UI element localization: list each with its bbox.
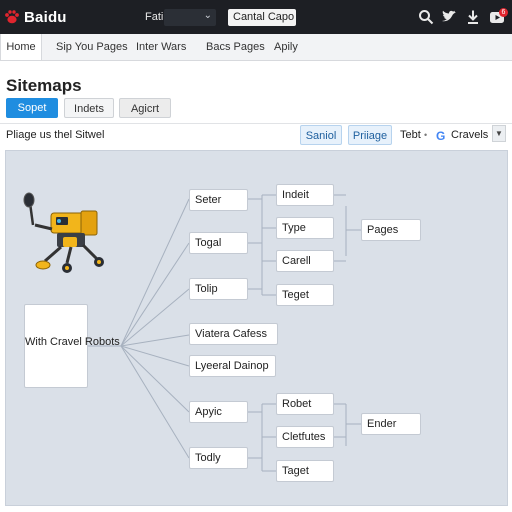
indets-button[interactable]: Indets: [64, 98, 114, 118]
sitemap-node-taget[interactable]: Taget: [276, 460, 334, 482]
sitemap-node-seter[interactable]: Seter: [189, 189, 248, 211]
cravels-label[interactable]: Cravels: [451, 129, 488, 141]
sitemap-node-lyeeral-dainop[interactable]: Lyeeral Dainop: [189, 355, 276, 377]
notification-badge: 6: [499, 8, 508, 17]
sitemap-node-pages[interactable]: Pages: [361, 219, 421, 241]
filter-priiage[interactable]: Priiage: [348, 125, 392, 145]
separator-dot: •: [424, 130, 428, 140]
sitemap-node-todly[interactable]: Todly: [189, 447, 248, 469]
paw-logo-icon: [5, 10, 19, 24]
nav-bar: Home Sip You Pages Inter Wars Bacs Pages…: [0, 34, 512, 61]
sitemap-canvas[interactable]: With Cravel Robots Seter Togal Tolip Via…: [5, 150, 508, 506]
site-select[interactable]: Cantal Capo: [228, 9, 296, 26]
filter-saniol[interactable]: Saniol: [300, 125, 342, 145]
tab-sip-you-pages[interactable]: Sip You Pages: [56, 34, 128, 60]
page-subtitle: Pliage us thel Sitwel: [6, 129, 105, 141]
sitemap-node-cletfutes[interactable]: Cletfutes: [276, 426, 334, 448]
sopet-button[interactable]: Sopet: [6, 98, 58, 118]
sitemap-node-indeit[interactable]: Indeit: [276, 184, 334, 206]
tab-inter-wars[interactable]: Inter Wars: [136, 34, 186, 60]
tab-apily[interactable]: Apily: [274, 34, 298, 60]
robot-illustration: [23, 192, 104, 273]
divider: [0, 123, 512, 124]
twitter-icon[interactable]: [441, 9, 457, 25]
download-icon[interactable]: [465, 9, 481, 25]
chevron-down-icon: ⌄: [203, 10, 212, 21]
sitemap-node-tolip[interactable]: Tolip: [189, 278, 248, 300]
logo-text: Baidu: [24, 8, 67, 26]
sitemap-node-togal[interactable]: Togal: [189, 232, 248, 254]
tebt-label[interactable]: Tebt: [400, 129, 421, 141]
sitemap-root-node[interactable]: With Cravel Robots: [24, 304, 120, 388]
sitemap-node-ender[interactable]: Ender: [361, 413, 421, 435]
page-title: Sitemaps: [6, 76, 82, 95]
google-icon: G: [436, 129, 446, 143]
chevron-down-icon[interactable]: ▼: [492, 125, 506, 142]
baidu-logo[interactable]: Baidu: [4, 7, 67, 27]
agicrt-button[interactable]: Agicrt: [119, 98, 171, 118]
search-icon[interactable]: [418, 9, 434, 25]
sitemap-node-apyic[interactable]: Apyic: [189, 401, 248, 423]
sitemap-node-carell[interactable]: Carell: [276, 250, 334, 272]
sitemap-node-type[interactable]: Type: [276, 217, 334, 239]
search-dropdown[interactable]: ⌄: [164, 9, 216, 26]
tab-bacs-pages[interactable]: Bacs Pages: [206, 34, 265, 60]
search-label: Fati: [145, 11, 164, 23]
sitemap-node-viatera-cafess[interactable]: Viatera Cafess: [189, 323, 278, 345]
tab-home[interactable]: Home: [0, 34, 42, 60]
sitemap-node-teget[interactable]: Teget: [276, 284, 334, 306]
sitemap-node-robet[interactable]: Robet: [276, 393, 334, 415]
